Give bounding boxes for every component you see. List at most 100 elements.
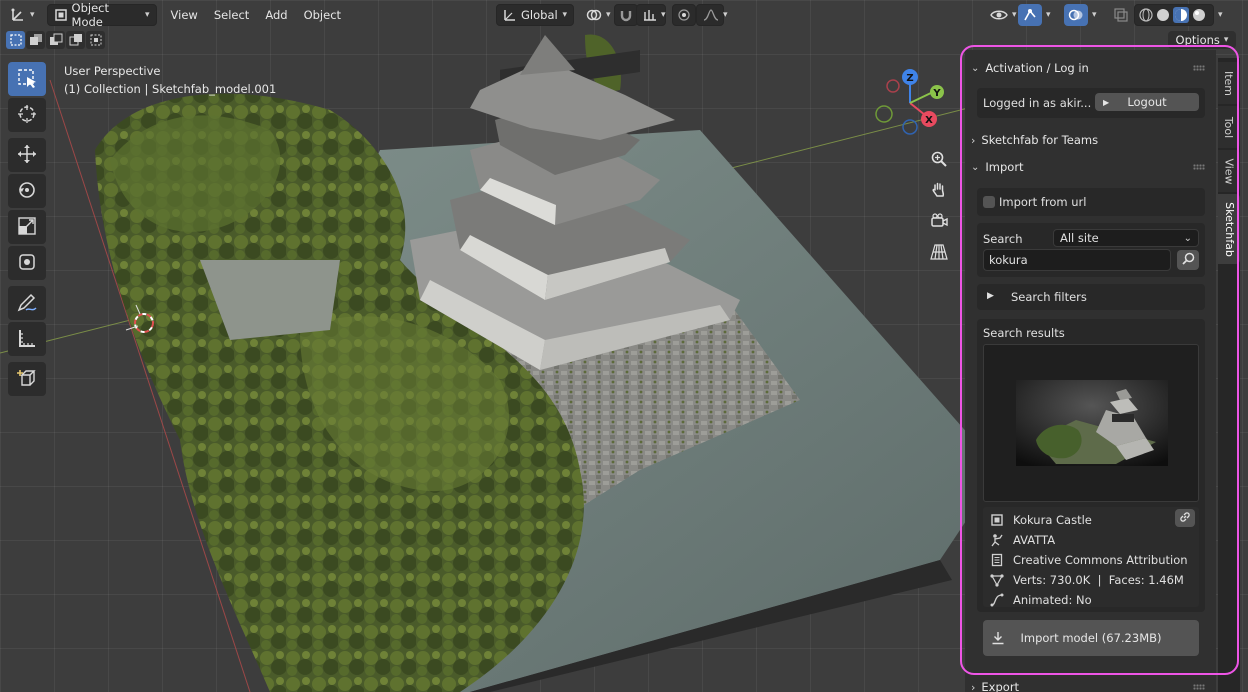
- cursor-tool[interactable]: [8, 98, 46, 132]
- menu-add[interactable]: Add: [257, 4, 295, 26]
- falloff-curve-icon: [703, 9, 719, 21]
- select-new-icon[interactable]: [6, 31, 25, 49]
- measure-tool[interactable]: [8, 322, 46, 356]
- model-info: Kokura Castle AVATTA Creative Commons At…: [983, 507, 1199, 607]
- model-stats: Verts: 730.0K | Faces: 1.46M: [1013, 573, 1184, 587]
- material-shading-icon[interactable]: [1173, 7, 1189, 23]
- open-link-button[interactable]: [1175, 509, 1195, 527]
- section-teams-header[interactable]: › Sketchfab for Teams: [971, 129, 1209, 151]
- perspective-grid-icon[interactable]: [926, 239, 952, 265]
- editor-type-menu[interactable]: ▾: [4, 4, 41, 26]
- result-thumbnail[interactable]: [983, 344, 1199, 502]
- drag-handle-icon[interactable]: [1193, 164, 1205, 170]
- menu-object[interactable]: Object: [296, 4, 349, 26]
- search-filters-label: Search filters: [1011, 290, 1087, 304]
- pivot-point-menu[interactable]: ▾: [580, 4, 617, 26]
- search-button[interactable]: [1177, 250, 1199, 270]
- chevron-down-icon: ⌄: [971, 62, 980, 74]
- section-export-header[interactable]: › Export: [971, 676, 1209, 692]
- section-import-header[interactable]: ⌄ Import: [971, 156, 1209, 178]
- shading-menu[interactable]: ▾: [1214, 4, 1227, 26]
- menu-view[interactable]: View: [163, 4, 206, 26]
- xray-toggle[interactable]: [1110, 4, 1132, 26]
- orientation-dropdown[interactable]: Global ▾: [496, 4, 574, 26]
- camera-icon[interactable]: [926, 208, 952, 234]
- tab-view[interactable]: View: [1218, 150, 1240, 192]
- chevron-down-icon: ▾: [606, 10, 611, 20]
- model-license: Creative Commons Attribution: [1013, 553, 1188, 567]
- snap-target-menu[interactable]: ▾: [636, 4, 666, 26]
- gizmo-toggle[interactable]: [1018, 4, 1042, 26]
- section-export-title: Export: [981, 680, 1020, 692]
- drag-handle-icon[interactable]: [1193, 65, 1205, 71]
- select-difference-icon[interactable]: [66, 31, 85, 49]
- import-model-button[interactable]: Import model (67.23MB): [983, 620, 1199, 656]
- mesh-vertices-icon: [989, 572, 1005, 588]
- link-icon: [1179, 511, 1191, 526]
- navigation-gizmo[interactable]: Z X Y: [870, 66, 950, 138]
- import-model-label: Import model (67.23MB): [1020, 631, 1162, 645]
- model-animated: Animated: No: [1013, 593, 1092, 607]
- import-from-url-label[interactable]: Import from url: [999, 195, 1086, 209]
- overlays-toggle[interactable]: [1064, 4, 1088, 26]
- search-results-label: Search results: [983, 326, 1065, 340]
- mode-dropdown[interactable]: Object Mode ▾: [46, 1, 157, 29]
- rotate-tool[interactable]: [8, 174, 46, 208]
- options-dropdown[interactable]: Options ▾: [1168, 31, 1236, 49]
- chevron-down-icon: ▾: [661, 10, 666, 20]
- pan-hand-icon[interactable]: [926, 177, 952, 203]
- perspective-label: User Perspective: [64, 64, 161, 78]
- add-cube-tool[interactable]: [8, 362, 46, 396]
- logout-button[interactable]: ▶ Logout: [1095, 93, 1199, 111]
- drag-handle-icon[interactable]: [1193, 684, 1205, 690]
- chevron-down-icon: ▾: [1218, 10, 1223, 20]
- document-icon: [989, 552, 1005, 568]
- search-input-value: kokura: [989, 253, 1028, 267]
- zoom-icon[interactable]: [926, 146, 952, 172]
- tab-view-label: View: [1222, 157, 1236, 185]
- search-filters-toggle[interactable]: ▶ Search filters: [977, 284, 1205, 310]
- menu-select[interactable]: Select: [206, 4, 257, 26]
- snap-toggle[interactable]: [614, 4, 638, 26]
- search-label: Search: [983, 232, 1023, 246]
- chevron-down-icon: ▾: [30, 10, 35, 20]
- solid-shading-icon[interactable]: [1156, 8, 1170, 22]
- gizmo-y-label: Y: [932, 88, 941, 99]
- wireframe-shading-icon[interactable]: [1139, 8, 1153, 22]
- overlays-icon: [1068, 7, 1084, 23]
- search-input[interactable]: kokura: [983, 249, 1171, 271]
- cursor-icon: [16, 103, 38, 128]
- rendered-shading-icon[interactable]: [1192, 8, 1206, 22]
- search-scope-dropdown[interactable]: All site ⌄: [1053, 229, 1199, 247]
- annotate-tool[interactable]: [8, 286, 46, 320]
- tab-tool[interactable]: Tool: [1218, 106, 1240, 148]
- visibility-menu[interactable]: ▾: [984, 4, 1023, 26]
- tab-sketchfab[interactable]: Sketchfab: [1218, 194, 1240, 264]
- overlays-menu[interactable]: ▾: [1088, 4, 1101, 26]
- select-intersect-icon[interactable]: [86, 31, 105, 49]
- search-box: Search All site ⌄ kokura: [977, 223, 1205, 277]
- falloff-menu[interactable]: ▾: [696, 4, 728, 26]
- select-box-tool[interactable]: [8, 62, 46, 96]
- move-tool[interactable]: [8, 138, 46, 172]
- section-import-title: Import: [985, 160, 1024, 174]
- model-author: AVATTA: [1013, 533, 1056, 547]
- transform-orientation-icon: [503, 8, 517, 22]
- snap-increment-icon: [643, 8, 657, 22]
- chevron-down-icon: ⌄: [1183, 232, 1192, 244]
- transform-tool[interactable]: [8, 246, 46, 280]
- import-from-url-checkbox[interactable]: [983, 196, 995, 208]
- tab-item[interactable]: Item: [1218, 62, 1240, 104]
- object-icon: [989, 512, 1005, 528]
- proportional-edit-icon: [678, 9, 690, 21]
- search-scope-value: All site: [1060, 231, 1099, 245]
- select-subtract-icon[interactable]: [46, 31, 65, 49]
- transform-icon: [16, 251, 38, 276]
- select-extend-icon[interactable]: [26, 31, 45, 49]
- section-activation-header[interactable]: ⌄ Activation / Log in: [971, 57, 1209, 79]
- scale-tool[interactable]: [8, 210, 46, 244]
- eye-icon: [990, 8, 1008, 22]
- viewport-info: User Perspective (1) Collection | Sketch…: [64, 62, 276, 98]
- proportional-edit-toggle[interactable]: [672, 4, 696, 26]
- gizmo-menu[interactable]: ▾: [1042, 4, 1055, 26]
